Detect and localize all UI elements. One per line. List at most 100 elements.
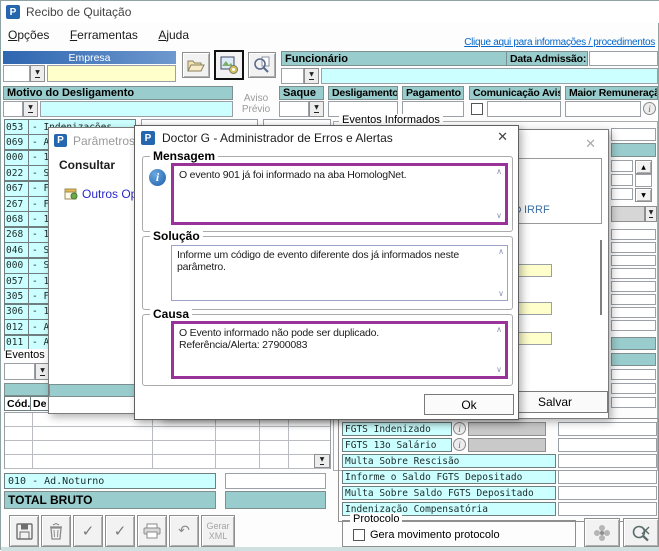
maior-info-icon[interactable]: i bbox=[643, 102, 656, 115]
search-button[interactable] bbox=[248, 52, 276, 78]
module-button[interactable] bbox=[214, 50, 244, 80]
scroll-down-icon[interactable]: ▼ bbox=[635, 188, 652, 202]
close-search-button[interactable] bbox=[623, 518, 659, 547]
open-folder-button[interactable] bbox=[182, 52, 210, 78]
event-value-cell-teal[interactable] bbox=[611, 353, 656, 366]
fgts-info-icon[interactable]: i bbox=[453, 438, 466, 451]
doctorg-close-icon[interactable]: ✕ bbox=[497, 131, 508, 144]
table-empty-row[interactable] bbox=[5, 455, 330, 469]
editor-close-icon[interactable]: ✕ bbox=[585, 138, 596, 151]
event-value-cell[interactable] bbox=[611, 242, 656, 253]
event-value-cell[interactable] bbox=[611, 160, 633, 172]
solucao-textbox[interactable]: Informe um código de evento diferente do… bbox=[171, 245, 508, 301]
event-value-cell[interactable] bbox=[611, 320, 656, 331]
fgts-value-field[interactable] bbox=[558, 470, 657, 484]
fgts-value-field[interactable] bbox=[558, 438, 657, 452]
saque-dropdown-icon[interactable]: ▼ bbox=[309, 101, 324, 117]
event-value-cell[interactable] bbox=[611, 294, 656, 305]
doctorg-logo-icon: P bbox=[141, 131, 155, 145]
menu-opcoes[interactable]: Opções bbox=[8, 28, 49, 42]
event-value-cell[interactable] bbox=[611, 255, 656, 266]
event-code: 053 bbox=[5, 120, 29, 134]
gerar-xml-button[interactable]: Gerar XML bbox=[201, 515, 235, 547]
event-value-cell[interactable] bbox=[611, 307, 656, 318]
solucao-scroll-down-icon[interactable]: ∨ bbox=[498, 290, 504, 298]
scroll-up-icon[interactable]: ▲ bbox=[635, 160, 652, 174]
parametros-title: Parâmetros bbox=[73, 134, 135, 148]
data-admissao-field[interactable] bbox=[589, 51, 658, 66]
table-empty-row[interactable] bbox=[5, 441, 330, 455]
event-value-cell[interactable] bbox=[611, 174, 633, 186]
event-value-cell[interactable] bbox=[611, 369, 656, 380]
gera-protocolo-checkbox[interactable] bbox=[353, 529, 365, 541]
menu-ajuda[interactable]: Ajuda bbox=[158, 28, 189, 42]
saque-header: Saque bbox=[279, 86, 324, 100]
outros-op-link[interactable]: Outros Op bbox=[82, 187, 137, 201]
event-value-cell[interactable] bbox=[611, 397, 656, 408]
process-button[interactable] bbox=[584, 518, 620, 547]
fgts-value-field[interactable] bbox=[558, 502, 657, 516]
empresa-code-field[interactable] bbox=[3, 65, 30, 82]
empresa-name-field[interactable] bbox=[47, 65, 176, 82]
fgts-value-field[interactable] bbox=[558, 422, 657, 436]
causa-textbox[interactable]: O Evento informado não pode ser duplicad… bbox=[171, 321, 508, 379]
info-procedures-link[interactable]: Clique aqui para informações / procedime… bbox=[464, 37, 655, 48]
event-value-cell[interactable] bbox=[611, 268, 656, 279]
table-column-divider bbox=[152, 413, 153, 468]
events-table bbox=[4, 412, 331, 469]
ok-button[interactable]: Ok bbox=[424, 394, 514, 415]
doctorg-dialog: P Doctor G - Administrador de Erros e Al… bbox=[134, 125, 519, 420]
fgts-locked-field bbox=[468, 438, 546, 452]
funcionario-code-field[interactable] bbox=[281, 68, 304, 84]
table-column-divider bbox=[288, 413, 289, 468]
undo-button[interactable]: ↶ bbox=[169, 515, 199, 547]
printer-icon bbox=[143, 523, 161, 539]
funcionario-dropdown-icon[interactable]: ▼ bbox=[304, 68, 319, 84]
confirm-button[interactable]: ✓ bbox=[73, 515, 103, 547]
motivo-dropdown-icon[interactable]: ▼ bbox=[23, 101, 38, 117]
saque-field[interactable] bbox=[279, 101, 309, 117]
save-icon bbox=[16, 523, 33, 540]
motivo-field[interactable] bbox=[40, 101, 233, 117]
mensagem-scroll-down-icon[interactable]: ∨ bbox=[496, 212, 502, 220]
maior-remuneracao-field[interactable] bbox=[565, 101, 641, 117]
mensagem-label: Mensagem bbox=[150, 149, 218, 163]
mensagem-textbox[interactable]: O evento 901 já foi informado na aba Hom… bbox=[171, 163, 508, 225]
event-value-cell[interactable] bbox=[611, 229, 656, 240]
table-row-dropdown-icon[interactable]: ▼ bbox=[314, 454, 330, 468]
empresa-dropdown-icon[interactable]: ▼ bbox=[30, 65, 45, 82]
scrollbar-track[interactable] bbox=[635, 174, 652, 187]
event-value-cell-teal[interactable] bbox=[611, 337, 656, 350]
causa-scroll-up-icon[interactable]: ∧ bbox=[496, 326, 502, 334]
confirm-all-button[interactable]: ✓ bbox=[105, 515, 135, 547]
funcionario-name-field[interactable] bbox=[321, 68, 658, 84]
table-empty-row[interactable] bbox=[5, 427, 330, 441]
print-button[interactable] bbox=[137, 515, 167, 547]
gerar-xml-line2: XML bbox=[209, 531, 228, 541]
causa-scroll-down-icon[interactable]: ∨ bbox=[496, 366, 502, 374]
fgts-value-field[interactable] bbox=[558, 454, 657, 468]
aviso-line1: Aviso bbox=[244, 93, 268, 104]
delete-button[interactable] bbox=[41, 515, 71, 547]
event-value-cell[interactable] bbox=[611, 281, 656, 292]
event-value-cell[interactable] bbox=[611, 188, 633, 200]
events-gray-dropdown-icon[interactable]: ▼ bbox=[645, 206, 657, 222]
event-value-cell[interactable] bbox=[611, 128, 656, 141]
solucao-scroll-up-icon[interactable]: ∧ bbox=[498, 248, 504, 256]
event-text: - 1 bbox=[29, 229, 49, 240]
event-value-cell-teal[interactable] bbox=[611, 143, 656, 157]
comunicacao-checkbox[interactable] bbox=[471, 103, 483, 115]
fgts-value-field[interactable] bbox=[558, 486, 657, 500]
motivo-code-field[interactable] bbox=[3, 101, 23, 117]
save-button[interactable] bbox=[9, 515, 39, 547]
mensagem-scroll-up-icon[interactable]: ∧ bbox=[496, 168, 502, 176]
event-value-cell[interactable] bbox=[611, 383, 656, 394]
event-code: 057 bbox=[5, 274, 29, 288]
evento-add-field[interactable] bbox=[4, 363, 35, 380]
comunicacao-field[interactable] bbox=[487, 101, 561, 117]
menu-ferramentas[interactable]: Ferramentas bbox=[70, 28, 138, 42]
events-gray-dropdown[interactable] bbox=[611, 206, 645, 222]
ad-noturno-value-field[interactable] bbox=[225, 473, 326, 489]
fgts-info-icon[interactable]: i bbox=[453, 422, 466, 435]
search-close-icon bbox=[631, 524, 651, 542]
